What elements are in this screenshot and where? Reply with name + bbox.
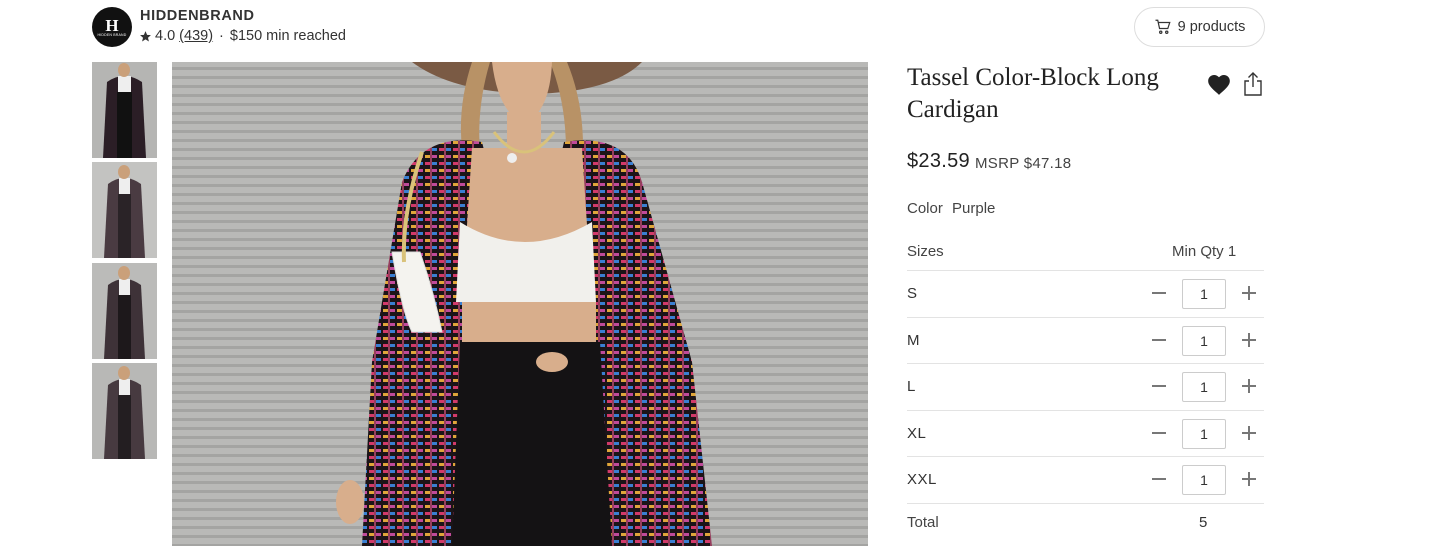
size-row-m: M	[907, 317, 1264, 363]
brand-rating: 4.0	[155, 28, 176, 44]
total-value: 5	[1199, 514, 1208, 531]
min-qty-label: Min Qty 1	[1172, 243, 1237, 260]
gallery-thumbnail[interactable]	[92, 263, 157, 359]
increment-button[interactable]	[1239, 469, 1259, 489]
brand-logo-text: HIDDEN BRAND	[97, 32, 127, 37]
decrement-button[interactable]	[1149, 330, 1169, 350]
thumbnail-image	[92, 363, 157, 459]
brand-review-count[interactable]: (439)	[179, 28, 213, 44]
color-value: Purple	[952, 200, 996, 217]
size-name: S	[907, 285, 918, 302]
heart-icon[interactable]	[1206, 72, 1232, 96]
size-name: XXL	[907, 471, 937, 488]
size-row-xxl: XXL	[907, 456, 1264, 502]
thumbnail-image	[92, 162, 157, 258]
decrement-button[interactable]	[1149, 423, 1169, 443]
size-row-s: S	[907, 270, 1264, 316]
decrement-button[interactable]	[1149, 376, 1169, 396]
gallery-thumbnail[interactable]	[92, 62, 157, 158]
gallery-thumbnail[interactable]	[92, 363, 157, 459]
size-name: L	[907, 378, 916, 395]
brand-logo[interactable]: H HIDDEN BRAND	[92, 7, 132, 47]
brand-meta: 4.0 (439) · $150 min reached	[139, 28, 346, 44]
products-count-label: 9 products	[1177, 19, 1246, 35]
sizes-label: Sizes	[907, 243, 944, 260]
size-name: XL	[907, 425, 927, 442]
increment-button[interactable]	[1239, 423, 1259, 443]
increment-button[interactable]	[1239, 376, 1259, 396]
share-icon[interactable]	[1242, 71, 1264, 97]
product-price: $23.59	[907, 150, 970, 172]
product-photo	[172, 62, 868, 546]
cart-icon	[1155, 19, 1171, 34]
decrement-button[interactable]	[1149, 283, 1169, 303]
quantity-input[interactable]	[1182, 465, 1226, 495]
thumbnail-image	[92, 263, 157, 359]
thumbnail-image	[92, 62, 157, 158]
total-label: Total	[907, 514, 939, 531]
total-row: Total 5	[907, 503, 1264, 546]
decrement-button[interactable]	[1149, 469, 1169, 489]
color-label: Color	[907, 200, 943, 217]
quantity-input[interactable]	[1182, 372, 1226, 402]
quantity-input[interactable]	[1182, 279, 1226, 309]
brand-logo-letter: H	[105, 15, 119, 35]
color-row: Color Purple	[907, 200, 995, 217]
quantity-input[interactable]	[1182, 326, 1226, 356]
increment-button[interactable]	[1239, 330, 1259, 350]
quantity-input[interactable]	[1182, 419, 1226, 449]
main-product-image[interactable]	[172, 62, 868, 546]
products-button[interactable]: 9 products	[1134, 7, 1265, 47]
increment-button[interactable]	[1239, 283, 1259, 303]
product-msrp: MSRP $47.18	[975, 155, 1072, 172]
star-icon	[140, 30, 151, 41]
product-title: Tassel Color-Block Long Cardigan	[907, 64, 1159, 123]
size-row-xl: XL	[907, 410, 1264, 456]
size-row-l: L	[907, 363, 1264, 409]
size-name: M	[907, 332, 920, 349]
brand-name[interactable]: HIDDENBRAND	[140, 8, 255, 24]
meta-separator: ·	[219, 28, 224, 44]
min-order-status: $150 min reached	[229, 28, 346, 44]
gallery-thumbnail[interactable]	[92, 162, 157, 258]
